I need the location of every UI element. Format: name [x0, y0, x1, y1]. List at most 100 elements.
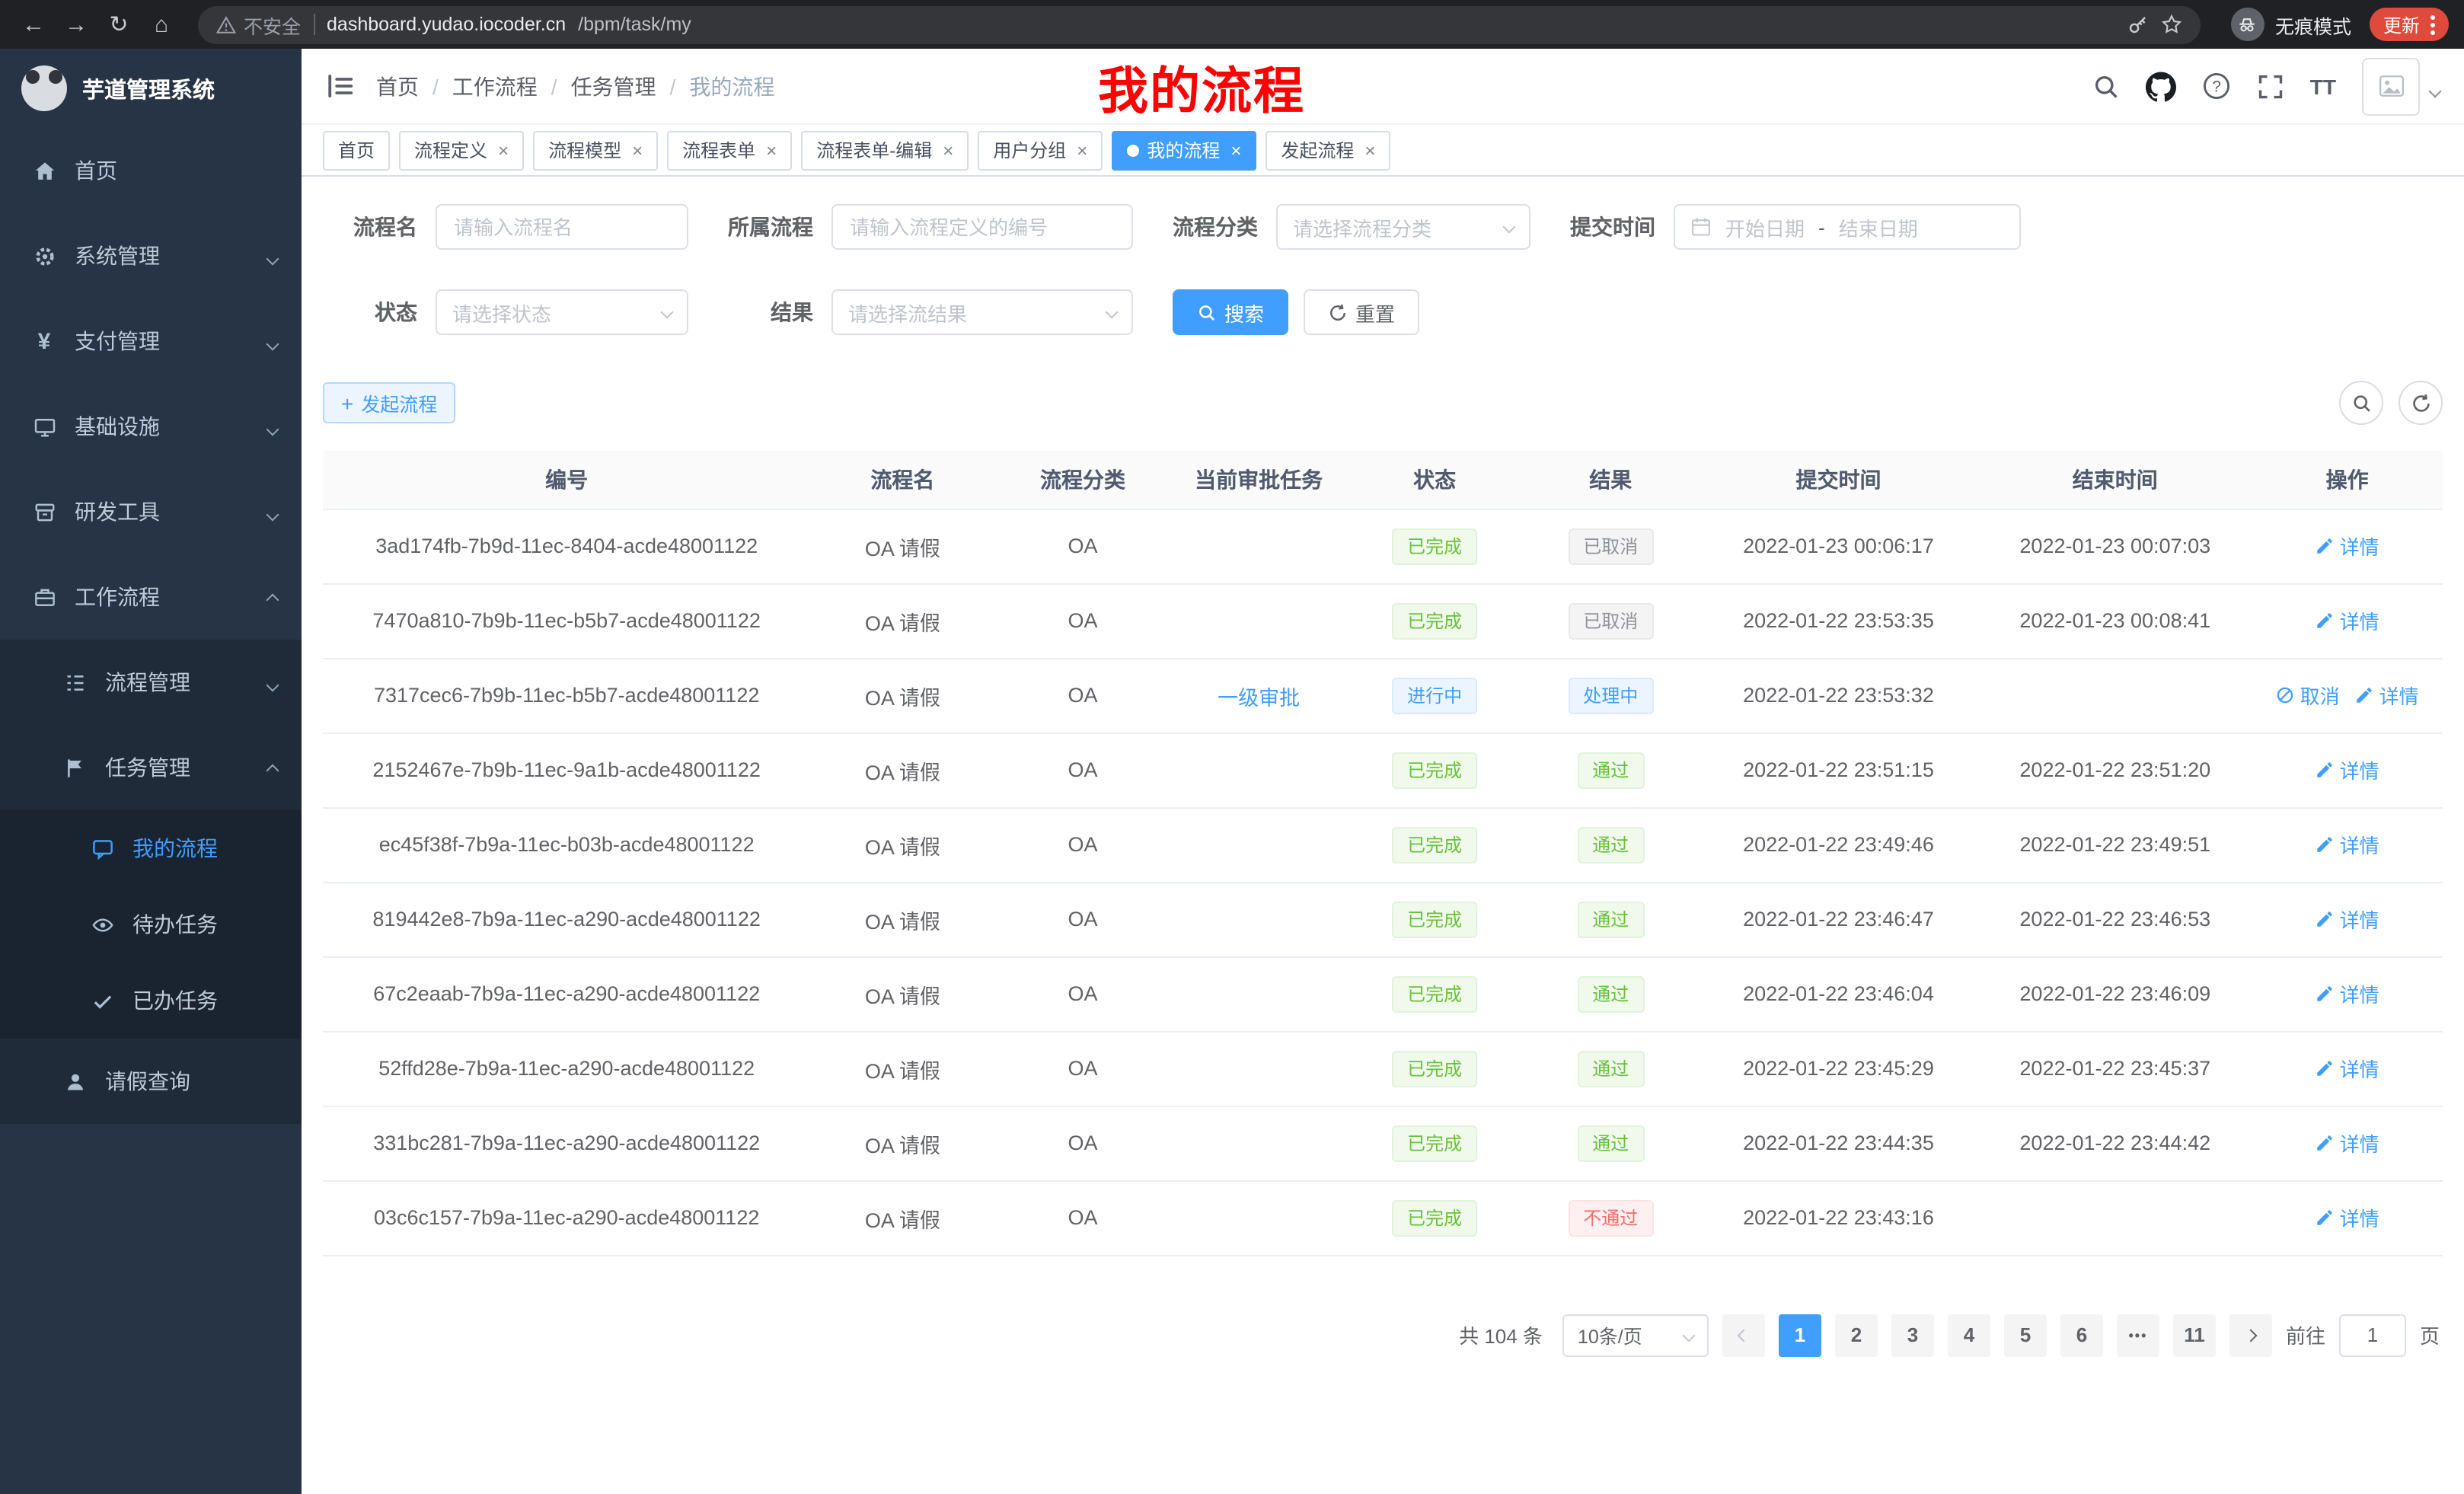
- close-icon[interactable]: ×: [1230, 139, 1241, 161]
- font-size-icon[interactable]: TT: [2310, 74, 2336, 98]
- sidebar-item-done-task[interactable]: 已办任务: [0, 962, 302, 1039]
- chevron-down-icon: [1682, 1329, 1695, 1342]
- password-key-icon[interactable]: [2127, 14, 2149, 35]
- status-select[interactable]: 请选择状态: [436, 289, 688, 335]
- next-page-button[interactable]: [2229, 1314, 2272, 1356]
- detail-link[interactable]: 详情: [2316, 606, 2379, 635]
- reset-button[interactable]: 重置: [1304, 289, 1419, 335]
- not-secure-warning[interactable]: 不安全: [216, 10, 301, 39]
- detail-link[interactable]: 详情: [2316, 979, 2379, 1008]
- search-button[interactable]: 搜索: [1173, 289, 1288, 335]
- tab-process-form[interactable]: 流程表单×: [667, 130, 792, 170]
- refresh-button[interactable]: [2399, 381, 2443, 425]
- sidebar-item-todo-task[interactable]: 待办任务: [0, 886, 302, 962]
- sidebar-item-my-process[interactable]: 我的流程: [0, 810, 302, 886]
- process-def-input[interactable]: [831, 204, 1133, 250]
- page-button-2[interactable]: 2: [1835, 1314, 1878, 1356]
- date-range-picker[interactable]: 开始日期 - 结束日期: [1674, 204, 2021, 250]
- close-icon[interactable]: ×: [1364, 139, 1375, 161]
- sidebar-item-process-mgmt[interactable]: 流程管理: [0, 640, 302, 725]
- breadcrumb-task-mgmt[interactable]: 任务管理: [571, 71, 656, 101]
- edit-icon: [2316, 1208, 2335, 1227]
- category-label: 流程分类: [1173, 212, 1258, 242]
- cancel-link[interactable]: 取消: [2276, 681, 2340, 710]
- page-button-6[interactable]: 6: [2060, 1314, 2103, 1356]
- detail-link[interactable]: 详情: [2316, 755, 2379, 784]
- tab-process-form-edit[interactable]: 流程表单-编辑×: [801, 130, 969, 170]
- close-icon[interactable]: ×: [632, 139, 643, 161]
- sidebar-item-system[interactable]: 系统管理: [0, 213, 302, 298]
- kebab-menu-icon[interactable]: [2430, 14, 2435, 34]
- browser-update-button[interactable]: 更新: [2370, 8, 2449, 41]
- process-name-input[interactable]: [436, 204, 688, 250]
- workflow-submenu: 流程管理 任务管理 我的流程 待办任务: [0, 640, 302, 1124]
- avatar[interactable]: [2362, 57, 2420, 115]
- tab-home[interactable]: 首页: [323, 130, 390, 170]
- range-separator: -: [1818, 215, 1825, 238]
- fullscreen-icon[interactable]: [2257, 72, 2284, 100]
- start-date-placeholder[interactable]: 开始日期: [1725, 212, 1805, 241]
- detail-link[interactable]: 详情: [2316, 532, 2379, 560]
- page-button-11[interactable]: 11: [2173, 1314, 2216, 1356]
- breadcrumb-separator: /: [551, 74, 557, 98]
- forward-icon[interactable]: →: [58, 6, 94, 43]
- table-row: ec45f38f-7b9a-11ec-b03b-acde48001122 OA …: [323, 807, 2443, 882]
- github-icon[interactable]: [2146, 71, 2176, 101]
- page-button-1[interactable]: 1: [1779, 1314, 1821, 1356]
- home-icon[interactable]: ⌂: [143, 6, 180, 43]
- sidebar-item-workflow[interactable]: 工作流程: [0, 554, 302, 640]
- sidebar-toggle-icon[interactable]: [326, 72, 355, 101]
- task-link[interactable]: 一级审批: [1218, 686, 1300, 709]
- image-placeholder-icon: [2378, 73, 2404, 99]
- more-pages-button[interactable]: •••: [2117, 1314, 2159, 1356]
- search-toggle-button[interactable]: [2339, 381, 2383, 425]
- search-icon[interactable]: [2092, 72, 2120, 100]
- edit-icon: [2316, 835, 2335, 854]
- incognito-profile-chip[interactable]: 无痕模式: [2231, 8, 2351, 41]
- goto-unit: 页: [2420, 1320, 2440, 1349]
- status-label: 状态: [323, 297, 417, 327]
- help-icon[interactable]: ?: [2202, 72, 2231, 101]
- prev-page-button[interactable]: [1722, 1314, 1765, 1356]
- close-icon[interactable]: ×: [1077, 139, 1087, 161]
- tab-process-definition[interactable]: 流程定义×: [399, 130, 524, 170]
- address-bar[interactable]: 不安全 dashboard.yudao.iocoder.cn/bpm/task/…: [198, 5, 2201, 43]
- reload-icon[interactable]: ↻: [101, 6, 137, 43]
- sidebar-item-devtools[interactable]: 研发工具: [0, 469, 302, 554]
- page-button-3[interactable]: 3: [1891, 1314, 1934, 1356]
- end-date-placeholder[interactable]: 结束日期: [1839, 212, 1918, 241]
- tab-user-group[interactable]: 用户分组×: [978, 130, 1103, 170]
- tab-process-model[interactable]: 流程模型×: [533, 130, 658, 170]
- close-icon[interactable]: ×: [498, 139, 509, 161]
- detail-link[interactable]: 详情: [2316, 830, 2379, 859]
- goto-page-input[interactable]: [2339, 1314, 2406, 1356]
- sidebar-item-home[interactable]: 首页: [0, 128, 302, 213]
- detail-link[interactable]: 详情: [2316, 1054, 2379, 1083]
- submit-time-label: 提交时间: [1570, 212, 1655, 242]
- page-button-4[interactable]: 4: [1948, 1314, 1990, 1356]
- sidebar-item-payment[interactable]: ¥ 支付管理: [0, 298, 302, 384]
- initiate-process-button[interactable]: + 发起流程: [323, 382, 455, 423]
- page-size-select[interactable]: 10条/页: [1562, 1314, 1709, 1356]
- back-icon[interactable]: ←: [15, 6, 52, 43]
- page-button-5[interactable]: 5: [2004, 1314, 2047, 1356]
- url-path: /bpm/task/my: [578, 14, 691, 35]
- tab-initiate-process[interactable]: 发起流程×: [1266, 130, 1390, 170]
- sidebar-item-leave-query[interactable]: 请假查询: [0, 1039, 302, 1124]
- detail-link[interactable]: 详情: [2316, 1128, 2379, 1157]
- tab-my-process[interactable]: 我的流程×: [1112, 130, 1256, 170]
- detail-link[interactable]: 详情: [2355, 681, 2419, 710]
- detail-link[interactable]: 详情: [2316, 1203, 2379, 1232]
- breadcrumb-workflow[interactable]: 工作流程: [452, 71, 538, 101]
- close-icon[interactable]: ×: [943, 139, 953, 161]
- sidebar-item-task-mgmt[interactable]: 任务管理: [0, 725, 302, 810]
- result-select[interactable]: 请选择流结果: [831, 289, 1133, 335]
- table-row: 7317cec6-7b9b-11ec-b5b7-acde48001122 OA …: [323, 658, 2443, 733]
- category-select[interactable]: 请选择流程分类: [1276, 204, 1530, 250]
- bookmark-star-icon[interactable]: [2161, 14, 2182, 35]
- detail-link[interactable]: 详情: [2316, 905, 2379, 934]
- breadcrumb-home[interactable]: 首页: [376, 71, 419, 101]
- close-icon[interactable]: ×: [766, 139, 777, 161]
- sidebar-item-infra[interactable]: 基础设施: [0, 384, 302, 469]
- chevron-down-icon[interactable]: [2430, 75, 2440, 103]
